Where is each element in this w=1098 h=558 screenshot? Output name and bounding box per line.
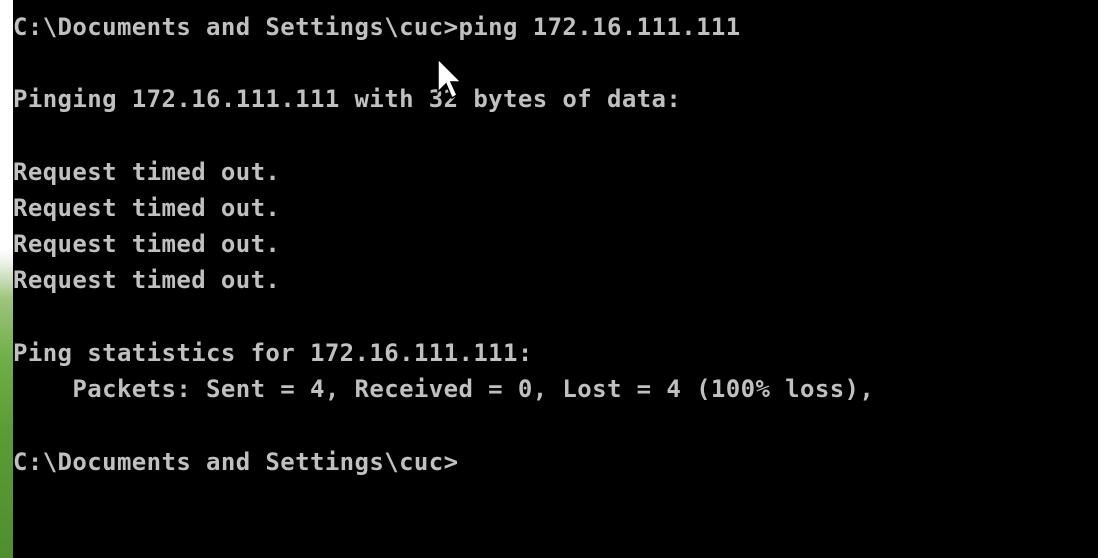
output-line-timeout-1: Request timed out. [13, 158, 281, 186]
output-line-packets-summary: Packets: Sent = 4, Received = 0, Lost = … [13, 375, 875, 403]
command-line-ping: C:\Documents and Settings\cuc>ping 172.1… [13, 13, 741, 41]
desktop-background-edge [0, 0, 13, 558]
output-line-statistics-header: Ping statistics for 172.16.111.111: [13, 339, 533, 367]
command-prompt-window[interactable]: C:\Documents and Settings\cuc>ping 172.1… [13, 0, 1098, 558]
output-line-timeout-3: Request timed out. [13, 230, 281, 258]
command-prompt-current[interactable]: C:\Documents and Settings\cuc> [13, 444, 458, 480]
output-line-timeout-2: Request timed out. [13, 194, 281, 222]
output-line-timeout-4: Request timed out. [13, 266, 281, 294]
output-line-pinging: Pinging 172.16.111.111 with 32 bytes of … [13, 85, 682, 113]
mouse-pointer-icon [437, 58, 461, 100]
